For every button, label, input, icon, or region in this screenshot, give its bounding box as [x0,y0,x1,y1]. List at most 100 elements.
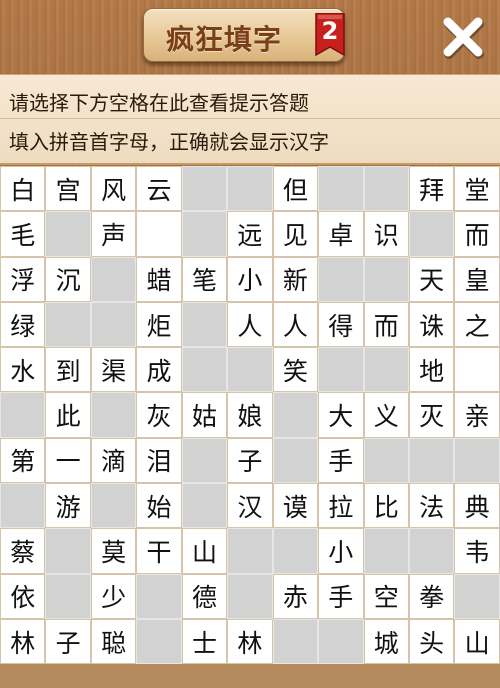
grid-cell[interactable]: 游 [45,483,91,529]
blocked-cell [90,256,137,302]
blocked-cell [45,573,91,619]
blocked-cell [363,256,409,302]
grid-cell[interactable]: 汉 [227,483,273,529]
grid-cell[interactable]: 子 [227,437,273,484]
grid-cell[interactable]: 依 [0,573,46,619]
grid-cell[interactable]: 此 [45,392,91,438]
grid-cell[interactable]: 姑 [181,392,228,438]
hint-panel: 请选择下方空格在此查看提示答题 填入拼音首字母，正确就会显示汉字 [0,74,500,165]
blocked-cell [181,483,228,529]
grid-cell[interactable]: 毛 [0,211,46,257]
grid-cell[interactable]: 卓 [318,211,364,257]
grid-cell[interactable]: 渠 [90,347,137,393]
grid-cell[interactable]: 泪 [136,437,182,484]
grid-cell[interactable]: 亲 [454,392,500,438]
blocked-cell [136,573,182,619]
grid-cell[interactable]: 林 [0,618,46,665]
grid-cell[interactable]: 义 [363,392,409,438]
grid-cell[interactable]: 德 [181,573,228,619]
grid-cell[interactable]: 人 [227,301,273,348]
grid-cell[interactable]: 得 [318,301,364,348]
grid-cell[interactable]: 但 [272,166,319,212]
grid-cell[interactable]: 笔 [181,256,228,302]
grid-cell[interactable]: 蜡 [136,256,182,302]
grid-cell[interactable]: 城 [363,618,409,665]
grid-cell[interactable]: 地 [408,347,455,393]
grid-cell[interactable]: 山 [181,528,228,574]
blocked-cell [181,301,228,348]
grid-cell[interactable]: 成 [136,347,182,393]
grid-cell[interactable]: 谟 [272,483,319,529]
grid-cell[interactable]: 第 [0,437,46,484]
grid-cell[interactable]: 蔡 [0,528,46,574]
grid-cell[interactable] [136,211,182,257]
grid-cell[interactable]: 皇 [454,256,500,302]
grid-cell[interactable]: 滴 [90,437,137,484]
grid-cell[interactable]: 人 [272,301,319,348]
grid-cell[interactable]: 拉 [318,483,364,529]
grid-cell[interactable]: 拜 [408,166,455,212]
grid-cell[interactable]: 笑 [272,347,319,393]
grid-cell[interactable]: 头 [408,618,455,665]
blocked-cell [227,573,273,619]
grid-cell[interactable]: 见 [272,211,319,257]
title-plaque: 疯狂填字 2 [143,8,345,62]
grid-cell[interactable]: 水 [0,347,46,393]
grid-cell[interactable]: 绿 [0,301,46,348]
blocked-cell [90,392,137,438]
hint-line-1: 请选择下方空格在此查看提示答题 [9,91,309,115]
grid-cell[interactable]: 干 [136,528,182,574]
grid-cell[interactable]: 赤 [272,573,319,619]
blocked-cell [363,437,409,484]
grid-cell[interactable]: 比 [363,483,409,529]
grid-cell[interactable]: 手 [318,437,364,484]
grid-cell[interactable]: 而 [363,301,409,348]
blocked-cell [45,211,91,257]
grid-cell[interactable]: 灭 [408,392,455,438]
grid-cell[interactable]: 少 [90,573,137,619]
grid-cell[interactable]: 沉 [45,256,91,302]
grid-cell[interactable]: 聪 [90,618,137,665]
grid-cell[interactable]: 大 [318,392,364,438]
grid-cell[interactable]: 始 [136,483,182,529]
grid-cell[interactable]: 韦 [454,528,500,574]
grid-cell[interactable]: 士 [181,618,228,665]
blocked-cell [272,392,319,438]
grid-cell[interactable]: 白 [0,166,46,212]
grid-cell[interactable]: 山 [454,618,500,665]
grid-cell[interactable]: 子 [45,618,91,665]
close-button[interactable] [440,14,486,60]
grid-cell[interactable]: 小 [318,528,364,574]
grid-cell[interactable]: 灰 [136,392,182,438]
grid-cell[interactable]: 一 [45,437,91,484]
grid-cell[interactable]: 小 [227,256,273,302]
blocked-cell [318,166,364,212]
grid-cell[interactable]: 手 [318,573,364,619]
grid-cell[interactable] [454,347,500,393]
grid-cell[interactable]: 娘 [227,392,273,438]
grid-cell[interactable]: 浮 [0,256,46,302]
grid-cell[interactable]: 声 [90,211,137,257]
grid-cell[interactable]: 典 [454,483,500,529]
grid-cell[interactable]: 风 [90,166,137,212]
grid-cell[interactable]: 新 [272,256,319,302]
game-title: 疯狂填字 [166,23,283,56]
grid-cell[interactable]: 天 [408,256,455,302]
grid-cell[interactable]: 宫 [45,166,91,212]
grid-cell[interactable]: 到 [45,347,91,393]
grid-cell[interactable]: 拳 [408,573,455,619]
grid-cell[interactable]: 莫 [90,528,137,574]
grid-cell[interactable]: 堂 [454,166,500,212]
blocked-cell [227,166,273,212]
grid-cell[interactable]: 空 [363,573,409,619]
grid-cell[interactable]: 之 [454,301,500,348]
grid-cell[interactable]: 炬 [136,301,182,348]
grid-cell[interactable]: 法 [408,483,455,529]
grid-cell[interactable]: 而 [454,211,500,257]
grid-cell[interactable]: 林 [227,618,273,665]
grid-cell[interactable]: 诛 [408,301,455,348]
grid-cell[interactable]: 云 [136,166,182,212]
grid-cell[interactable]: 识 [363,211,409,257]
blocked-cell [45,301,91,348]
grid-cell[interactable]: 远 [227,211,273,257]
